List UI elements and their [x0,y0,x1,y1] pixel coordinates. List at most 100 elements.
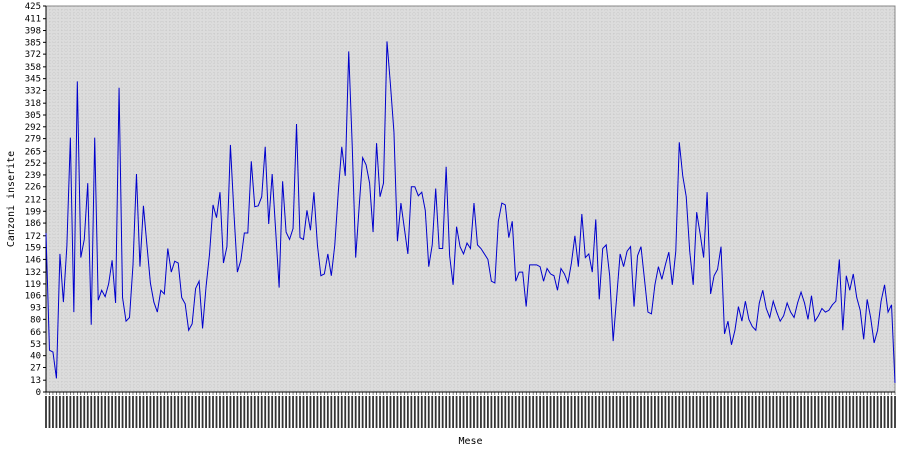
x-tick-label [546,396,548,428]
x-tick-label [375,396,378,428]
x-tick-label [622,396,625,428]
y-tick-label: 186 [25,219,41,229]
x-tick-label [563,396,566,428]
x-tick-label [191,396,194,428]
y-tick-label: 212 [25,195,41,205]
x-tick-label [274,396,277,428]
x-tick-label [480,396,482,428]
x-tick-label [90,396,93,428]
x-tick-label [841,396,844,428]
x-tick-label [365,396,368,428]
x-tick-label [887,396,889,428]
x-tick-label [288,396,291,428]
x-tick-label [591,396,594,428]
x-tick-label [560,396,562,428]
x-tick-label [490,396,493,428]
x-tick-label [135,396,138,428]
x-tick-label [587,396,590,428]
x-tick-label [438,396,441,428]
x-tick-label [528,396,531,428]
x-tick-label [62,396,65,428]
x-tick-label [709,396,712,428]
y-tick-label: 318 [25,99,41,109]
x-tick-label [55,396,58,428]
x-tick-label [514,396,517,428]
x-tick-label [319,396,322,428]
x-tick-label [713,396,715,428]
x-tick-label [827,396,830,428]
x-tick-label [93,396,96,428]
x-tick-label [330,396,333,428]
x-tick-label [299,396,301,428]
x-tick-label [573,396,576,428]
x-tick-label [152,396,155,428]
x-tick-label [246,396,249,428]
y-tick-label: 279 [25,135,41,145]
x-tick-label [344,396,347,428]
x-tick-label [737,396,740,428]
x-tick-label [765,396,768,428]
x-tick-label [779,396,782,428]
x-tick-label [212,396,214,428]
x-tick-label [601,396,604,428]
x-tick-label [890,396,893,428]
x-tick-label [306,396,308,428]
x-tick-label [580,396,583,428]
x-tick-label [626,396,628,428]
x-tick-label [121,396,124,428]
y-tick-label: 345 [25,75,41,85]
x-tick-label [76,396,79,428]
x-tick-label [716,396,719,428]
x-tick-label [239,396,242,428]
x-tick-label [222,396,225,428]
x-tick-label [368,396,371,428]
x-tick-label [333,396,336,428]
x-tick-label [640,396,642,428]
x-tick-label [695,396,698,428]
y-tick-label: 27 [30,363,41,373]
x-axis-tick-marks [45,392,896,428]
x-tick-label [166,396,169,428]
x-tick-label [413,396,416,428]
y-tick-label: 106 [25,292,41,302]
x-tick-label [180,396,183,428]
x-tick-label [396,396,399,428]
x-tick-label [504,396,507,428]
x-tick-label [650,396,653,428]
x-tick-label [455,396,458,428]
x-tick-label [685,396,688,428]
x-tick-label [281,396,284,428]
x-tick-label [824,396,827,428]
x-tick-label [772,396,775,428]
x-tick-label [243,396,246,428]
x-tick-label [688,396,691,428]
x-tick-label [229,396,232,428]
y-tick-label: 425 [25,2,41,12]
x-tick-label [723,396,726,428]
x-tick-label [410,396,413,428]
x-tick-label [883,396,886,428]
x-tick-label [316,396,319,428]
x-tick-label [692,396,695,428]
x-tick-label [814,396,816,428]
x-tick-label [821,396,823,428]
x-tick-label [406,396,409,428]
x-tick-label [525,396,528,428]
x-tick-label [894,396,896,428]
x-tick-label [448,396,451,428]
x-tick-label [445,396,448,428]
x-tick-label [208,396,211,428]
x-tick-label [142,396,145,428]
x-tick-label [393,396,395,428]
x-tick-label [664,396,667,428]
x-tick-label [427,396,430,428]
x-tick-label [111,396,114,428]
x-tick-label [86,396,89,428]
x-tick-label [326,396,329,428]
x-tick-label [469,396,472,428]
x-tick-label [257,396,260,428]
y-tick-label: 226 [25,183,41,193]
x-tick-label [45,396,47,428]
x-tick-label [170,396,173,428]
x-tick-label [292,396,294,428]
